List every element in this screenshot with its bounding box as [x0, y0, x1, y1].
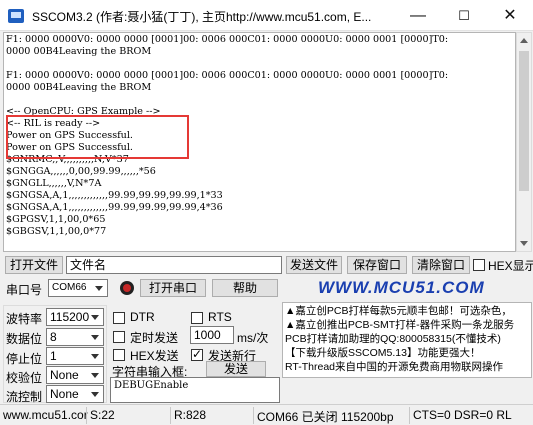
- hex-send-checkbox[interactable]: [113, 349, 125, 361]
- scroll-down-icon[interactable]: [520, 241, 528, 246]
- stop-bits-select[interactable]: 1: [46, 347, 104, 365]
- receive-line: $GNGLL,,,,,,V,N*7A: [6, 178, 102, 189]
- parity-label: 校验位: [6, 371, 43, 385]
- timed-send-checkbox[interactable]: [113, 331, 125, 343]
- port-label: 串口号: [6, 283, 43, 297]
- save-window-button[interactable]: 保存窗口: [347, 256, 407, 274]
- maximize-button[interactable]: ☐: [441, 0, 487, 31]
- status-bar: www.mcu51.cor S:22 R:828 COM66 已关闭 11520…: [0, 404, 533, 425]
- receive-area[interactable]: F1: 0000 0000V0: 0000 0000 [0001]00: 000…: [3, 32, 516, 252]
- receive-line: $GNGSA,A,1,,,,,,,,,,,,,99.99,99.99,99.99…: [6, 202, 223, 213]
- hex-send-label: HEX发送: [130, 349, 179, 363]
- status-received-count: R:828: [174, 408, 207, 422]
- scroll-up-icon[interactable]: [520, 38, 528, 43]
- rts-label: RTS: [208, 310, 232, 324]
- file-name-field[interactable]: 文件名: [66, 256, 282, 274]
- rts-checkbox[interactable]: [191, 312, 203, 324]
- baud-select[interactable]: 115200: [46, 308, 104, 326]
- send-button[interactable]: 发送: [206, 361, 266, 377]
- parity-select[interactable]: None: [46, 366, 104, 384]
- receive-line: F1: 0000 0000V0: 0000 0000 [0001]00: 000…: [6, 70, 449, 81]
- baud-label: 波特率: [6, 312, 43, 326]
- ad-panel: ▲嘉立创PCB打样每款5元顺丰包邮！可选杂色， ▲嘉立创推出PCB-SMT打样-…: [282, 302, 532, 378]
- receive-line: 0000 00B4Leaving the BROM: [6, 46, 152, 57]
- dtr-label: DTR: [130, 310, 155, 324]
- scroll-thumb[interactable]: [519, 51, 529, 191]
- receive-scrollbar[interactable]: [516, 32, 532, 252]
- ad-line[interactable]: 【下载升级版SSCOM5.13】功能更强大！: [285, 347, 480, 360]
- open-file-button[interactable]: 打开文件: [5, 256, 63, 274]
- interval-input[interactable]: 1000: [190, 326, 234, 344]
- status-site: www.mcu51.cor: [3, 408, 88, 422]
- ad-line[interactable]: PCB打样请加助理的QQ:800058315(不懂技术): [285, 333, 501, 346]
- receive-line: $GPGSV,1,1,00,0*65: [6, 214, 106, 225]
- receive-line: $GBGSV,1,1,00,0*77: [6, 226, 107, 237]
- ad-line[interactable]: ▲嘉立创PCB打样每款5元顺丰包邮！可选杂色，: [285, 305, 512, 318]
- minimize-button[interactable]: —: [395, 0, 441, 31]
- status-separator: [170, 407, 171, 424]
- status-separator: [409, 407, 410, 424]
- sscom-app-icon: [8, 9, 24, 23]
- data-bits-select[interactable]: 8: [46, 328, 104, 346]
- status-separator: [86, 407, 87, 424]
- hex-display-label: HEX显示: [488, 259, 533, 273]
- open-port-button[interactable]: 打开串口: [140, 279, 206, 297]
- port-status-led: [120, 281, 134, 295]
- title-bar: SSCOM3.2 (作者:聂小猛(丁丁), 主页http://www.mcu51…: [0, 0, 533, 31]
- status-line-state: CTS=0 DSR=0 RL: [413, 408, 512, 422]
- status-port-state: COM66 已关闭 115200bp: [257, 410, 394, 424]
- highlight-annotation: [6, 115, 189, 159]
- ad-line[interactable]: RT-Thread来自中国的开源免费商用物联网操作: [285, 361, 503, 374]
- help-button[interactable]: 帮助: [212, 279, 278, 297]
- receive-line: $GNGSA,A,1,,,,,,,,,,,,,99.99,99.99,99.99…: [6, 190, 223, 201]
- close-button[interactable]: ✕: [487, 0, 533, 31]
- flow-control-label: 流控制: [6, 390, 43, 404]
- status-sent-count: S:22: [90, 408, 115, 422]
- timed-send-label: 定时发送: [130, 331, 179, 345]
- dtr-checkbox[interactable]: [113, 312, 125, 324]
- ad-line[interactable]: ▲嘉立创推出PCB-SMT打样-器件采购一条龙服务: [285, 319, 514, 332]
- status-separator: [253, 407, 254, 424]
- receive-line: 0000 00B4Leaving the BROM: [6, 82, 152, 93]
- receive-line: $GNGGA,,,,,,0,00,99.99,,,,,,*56: [6, 166, 156, 177]
- hex-display-checkbox[interactable]: [473, 259, 485, 271]
- stop-bits-label: 停止位: [6, 352, 43, 366]
- window-title: SSCOM3.2 (作者:聂小猛(丁丁), 主页http://www.mcu51…: [32, 10, 372, 24]
- clear-window-button[interactable]: 清除窗口: [412, 256, 470, 274]
- data-bits-label: 数据位: [6, 332, 43, 346]
- interval-unit-label: ms/次: [237, 331, 269, 345]
- port-select[interactable]: COM66: [48, 279, 108, 297]
- send-input[interactable]: DEBUGEnable: [110, 377, 280, 403]
- website-link[interactable]: WWW.MCU51.COM: [318, 278, 485, 298]
- flow-control-select[interactable]: None: [46, 385, 104, 403]
- receive-line: F1: 0000 0000V0: 0000 0000 [0001]00: 000…: [6, 34, 449, 45]
- send-file-button[interactable]: 发送文件: [286, 256, 342, 274]
- send-newline-checkbox[interactable]: [191, 347, 203, 361]
